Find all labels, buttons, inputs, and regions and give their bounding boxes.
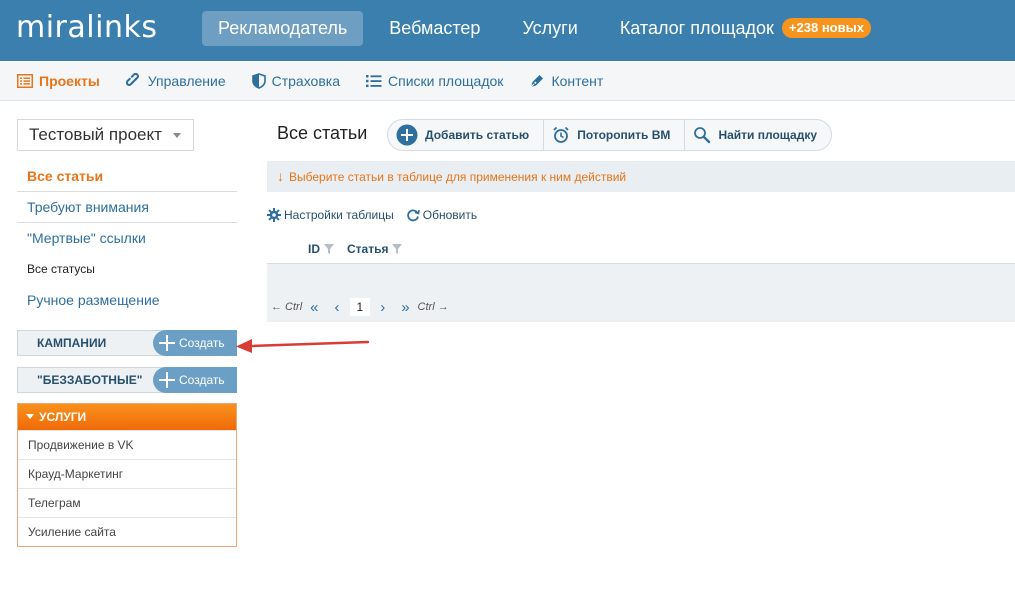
plus-icon	[159, 372, 175, 388]
carefree-label: "БЕЗЗАБОТНЫЕ"	[37, 373, 143, 387]
selection-notice: ↓ Выберите статьи в таблице для применени…	[267, 161, 1015, 192]
refresh-link[interactable]: Обновить	[406, 208, 477, 222]
sidebar-menu: Все статьи Требуют внимания "Мертвые" сс…	[17, 161, 237, 316]
top-nav-catalog[interactable]: Каталог площадок +238 новых	[604, 11, 887, 46]
top-nav-advertiser[interactable]: Рекламодатель	[202, 11, 364, 46]
table-tools: Настройки таблицы Обновить	[267, 208, 489, 222]
pen-icon	[531, 74, 544, 87]
pager-next-hint: Ctrl →	[417, 301, 449, 313]
services-panel: УСЛУГИ Продвижение в VK Крауд-Маркетинг …	[17, 403, 237, 547]
top-nav-catalog-label: Каталог площадок	[619, 18, 774, 38]
add-circle-icon	[396, 124, 418, 146]
bullet-list-icon	[366, 74, 382, 87]
find-site-label: Найти площадку	[718, 128, 818, 142]
pager-first-button[interactable]: «	[310, 299, 318, 316]
add-article-label: Добавить статью	[425, 128, 530, 142]
page-title: Все статьи	[277, 123, 368, 143]
list-icon	[17, 73, 33, 88]
project-select[interactable]: Тестовый проект	[17, 119, 194, 151]
top-nav-webmaster[interactable]: Вебмастер	[373, 11, 496, 46]
pager-prev-hint: ← Ctrl	[271, 301, 303, 313]
top-nav-services[interactable]: Услуги	[506, 11, 593, 46]
new-sites-badge: +238 новых	[781, 18, 871, 38]
filter-icon[interactable]	[324, 244, 334, 254]
service-item-crowd[interactable]: Крауд-Маркетинг	[18, 459, 236, 488]
article-actions: Добавить статью Поторопить ВМ Найти площ…	[387, 119, 833, 151]
search-icon	[694, 127, 711, 144]
refresh-icon	[406, 209, 420, 222]
project-select-value: Тестовый проект	[29, 125, 162, 144]
refresh-label: Обновить	[422, 208, 478, 222]
sub-nav-management-label: Управление	[147, 72, 226, 89]
logo[interactable]: miralinks	[16, 10, 157, 45]
campaigns-bar: КАМПАНИИ Создать	[17, 330, 237, 356]
service-item-vk[interactable]: Продвижение в VK	[18, 430, 236, 459]
sidebar-item-dead-links[interactable]: "Мертвые" ссылки	[17, 223, 237, 254]
create-carefree-button[interactable]: Создать	[153, 367, 237, 393]
service-item-telegram[interactable]: Телеграм	[18, 488, 236, 517]
top-bar: miralinks Рекламодатель Вебмастер Услуги…	[0, 0, 1015, 61]
services-header[interactable]: УСЛУГИ	[18, 404, 236, 430]
sidebar-item-manual-placement[interactable]: Ручное размещение	[17, 285, 237, 316]
create-campaign-label: Создать	[179, 336, 225, 350]
plus-icon	[159, 335, 175, 351]
pager-current-page[interactable]: 1	[349, 298, 371, 316]
sidebar-item-all-statuses[interactable]: Все статусы	[17, 254, 237, 285]
column-id-label: ID	[308, 242, 320, 256]
selection-notice-text: Выберите статьи в таблице для применения…	[289, 170, 627, 184]
filter-icon[interactable]	[392, 244, 403, 254]
column-article[interactable]: Статья	[347, 242, 403, 256]
add-article-button[interactable]: Добавить статью	[388, 120, 545, 150]
table-settings-link[interactable]: Настройки таблицы	[267, 208, 394, 222]
sub-nav-site-lists[interactable]: Списки площадок	[366, 73, 503, 89]
find-site-button[interactable]: Найти площадку	[685, 120, 831, 150]
arrow-down-icon: ↓	[277, 168, 284, 184]
link-icon	[125, 72, 139, 86]
table-settings-label: Настройки таблицы	[284, 208, 394, 222]
create-carefree-label: Создать	[179, 373, 225, 387]
pager-last-button[interactable]: »	[401, 299, 409, 316]
table-body: ← Ctrl « ‹ 1 › » Ctrl →	[267, 264, 1015, 322]
sub-nav-projects-label: Проекты	[39, 72, 100, 89]
top-nav: Рекламодатель Вебмастер Услуги Каталог п…	[202, 11, 897, 46]
chevron-down-icon	[173, 133, 181, 138]
sub-nav-management[interactable]: Управление	[125, 72, 226, 89]
alarm-clock-icon	[553, 126, 569, 143]
hurry-webmaster-label: Поторопить ВМ	[577, 128, 671, 142]
services-label: УСЛУГИ	[39, 410, 87, 424]
sub-nav-insurance[interactable]: Страховка	[251, 72, 340, 89]
hurry-webmaster-button[interactable]: Поторопить ВМ	[544, 120, 686, 150]
service-item-boost[interactable]: Усиление сайта	[18, 517, 236, 546]
gear-icon	[267, 208, 281, 222]
create-campaign-button[interactable]: Создать	[153, 330, 237, 356]
sub-nav-projects[interactable]: Проекты	[17, 73, 100, 89]
campaigns-label: КАМПАНИИ	[37, 336, 107, 350]
sub-nav: Проекты Управление Страховка Списки площ…	[0, 61, 1015, 101]
sidebar-item-need-attention[interactable]: Требуют внимания	[17, 192, 237, 223]
column-article-label: Статья	[347, 242, 389, 256]
annotation-arrow-icon	[236, 339, 370, 353]
pagination: ← Ctrl « ‹ 1 › » Ctrl →	[271, 298, 449, 316]
carefree-bar: "БЕЗЗАБОТНЫЕ" Создать	[17, 367, 237, 393]
sub-nav-content-label: Контент	[551, 72, 604, 89]
sub-nav-insurance-label: Страховка	[271, 72, 340, 89]
column-id[interactable]: ID	[308, 242, 334, 256]
pager-next-button[interactable]: ›	[380, 299, 385, 316]
sub-nav-content[interactable]: Контент	[529, 73, 603, 89]
caret-down-icon	[26, 414, 34, 419]
pager-prev-button[interactable]: ‹	[335, 299, 340, 316]
sidebar-item-all-articles[interactable]: Все статьи	[17, 161, 237, 192]
sub-nav-site-lists-label: Списки площадок	[388, 72, 504, 89]
shield-icon	[251, 72, 266, 89]
table-header: ID Статья	[267, 234, 1015, 264]
